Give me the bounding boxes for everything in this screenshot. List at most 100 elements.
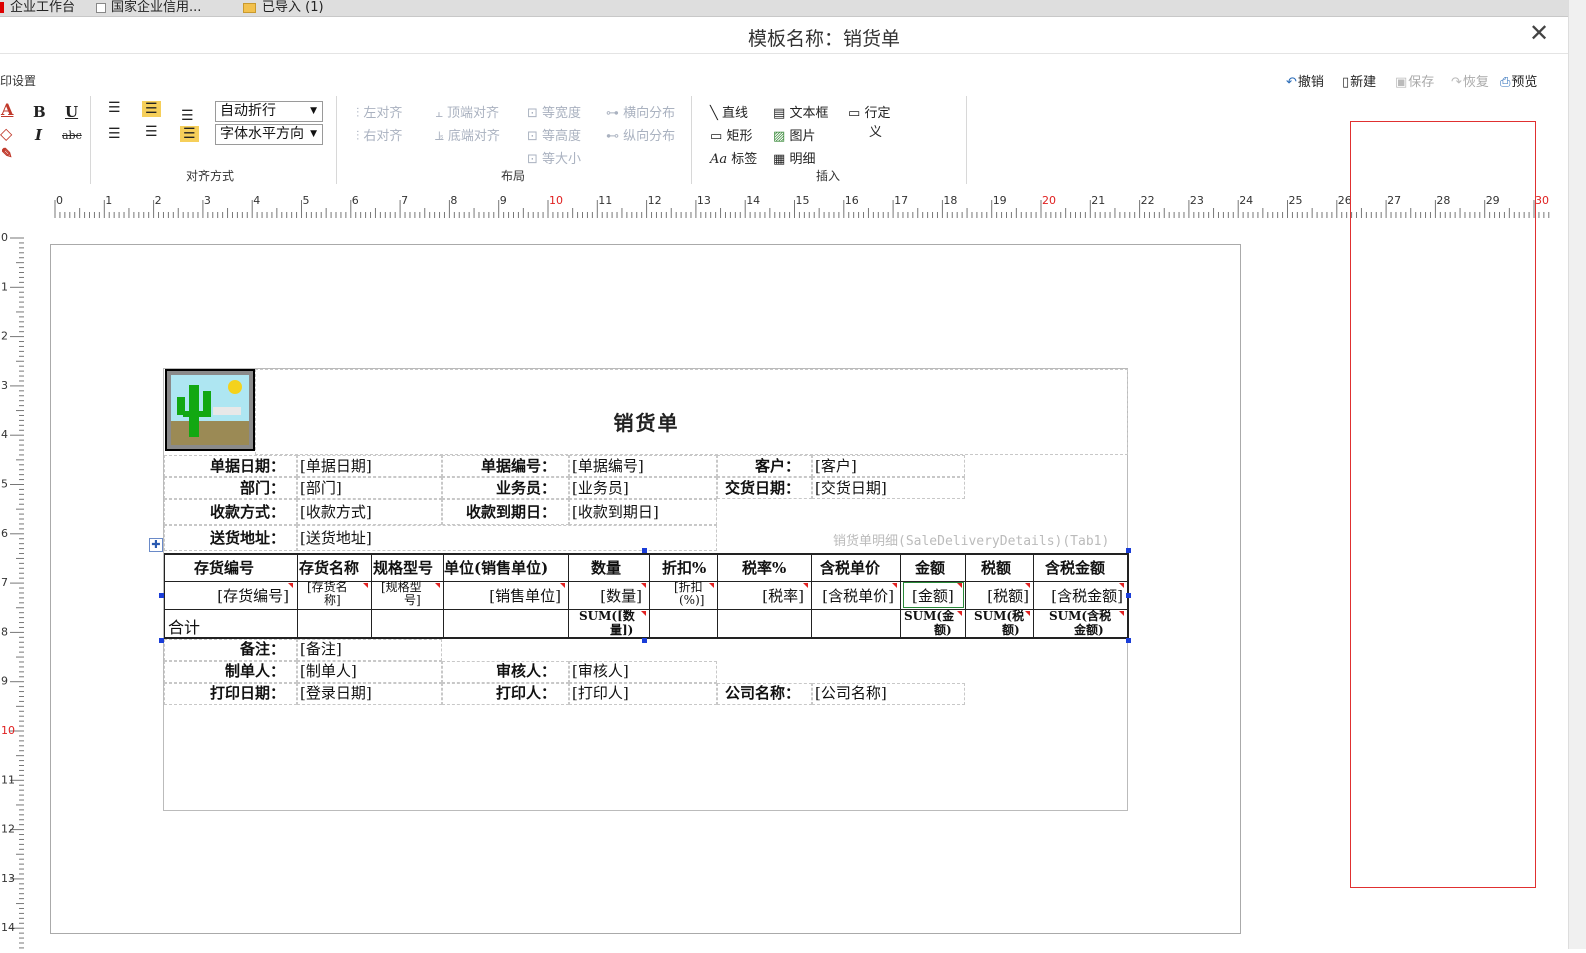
table-cell[interactable]: [含税单价] (822, 587, 894, 605)
bookmark-credit[interactable]: 国家企业信用... (96, 0, 201, 15)
table-header-cell[interactable]: 含税单价 (820, 559, 880, 577)
field-value[interactable]: [收款到期日] (572, 503, 659, 521)
report-band[interactable]: 销货单 单据日期： [单据日期] 单据编号： [单据编号] 客户： [客户] 部… (163, 368, 1129, 811)
field-label[interactable]: 业务员： (496, 479, 556, 497)
wrap-mode-select[interactable]: 自动折行 ▼ (215, 101, 323, 122)
field-value[interactable]: [业务员] (572, 479, 629, 497)
move-handle-icon[interactable]: ✚ (149, 538, 163, 552)
align-center-text-icon[interactable]: ☰ (145, 124, 158, 140)
table-header-cell[interactable]: 规格型号 (373, 559, 433, 577)
underline-icon[interactable]: U (65, 103, 78, 121)
field-label[interactable]: 交货日期： (725, 479, 800, 497)
sum-cell[interactable]: SUM([数 (579, 609, 635, 623)
selection-handle[interactable] (642, 548, 647, 553)
total-label[interactable]: 合计 (168, 619, 200, 637)
selection-handle[interactable] (159, 638, 164, 643)
table-cell[interactable]: [销售单位] (489, 587, 561, 605)
h-distribute-button[interactable]: ⊶ 横向分布 (606, 102, 675, 121)
table-header-cell[interactable]: 单位(销售单位) (444, 559, 548, 577)
insert-textbox-button[interactable]: ▤ 文本框 (773, 102, 828, 121)
field-label[interactable]: 打印日期： (210, 684, 285, 702)
row-definition-button[interactable]: ▭ 行定 (848, 102, 890, 121)
field-label[interactable]: 送货地址： (210, 529, 285, 547)
redo-button[interactable]: ↷恢复 (1451, 71, 1489, 90)
selected-table-cell[interactable]: [金额] (903, 582, 964, 608)
field-label[interactable]: 单据日期： (210, 457, 285, 475)
table-cell[interactable]: 称] (324, 594, 341, 607)
bookmark-imported[interactable]: 已导入 (1) (243, 0, 324, 15)
save-button[interactable]: ▣保存 (1395, 71, 1434, 90)
table-cell[interactable]: 号] (404, 594, 421, 607)
strikethrough-icon[interactable]: abc (62, 129, 82, 142)
table-header-cell[interactable]: 数量 (591, 559, 621, 577)
bold-icon[interactable]: B (33, 103, 46, 121)
field-value[interactable]: [制单人] (300, 662, 357, 680)
border-color-icon[interactable]: ✎ (1, 146, 13, 162)
table-cell[interactable]: (%)] (679, 594, 704, 607)
table-header-cell[interactable]: 税额 (981, 559, 1011, 577)
italic-icon[interactable]: I (35, 126, 42, 144)
same-size-button[interactable]: ⊡ 等大小 (527, 148, 581, 167)
table-header-cell[interactable]: 税率% (742, 559, 786, 577)
selection-handle[interactable] (1126, 548, 1131, 553)
sum-cell[interactable]: SUM(含税 (1049, 609, 1111, 623)
preview-button[interactable]: ⎙预览 (1500, 71, 1537, 90)
table-header-cell[interactable]: 金额 (915, 559, 945, 577)
bookmark-enterprise[interactable]: 企业工作台 (0, 0, 75, 15)
field-label[interactable]: 备注： (240, 640, 285, 658)
align-right-button[interactable]: ⫶ 右对齐 (356, 125, 402, 144)
table-header-cell[interactable]: 存货编号 (194, 559, 254, 577)
table-cell[interactable]: [税率] (762, 587, 804, 605)
sum-cell[interactable]: SUM(金 (904, 609, 954, 623)
sum-cell[interactable]: SUM(税 (974, 609, 1024, 623)
table-cell[interactable]: [数量] (600, 587, 642, 605)
field-value[interactable]: [公司名称] (815, 684, 887, 702)
field-value[interactable]: [部门] (300, 479, 342, 497)
vertical-scrollbar[interactable] (1568, 0, 1586, 949)
table-cell[interactable]: [税额] (987, 587, 1029, 605)
selection-handle[interactable] (642, 638, 647, 643)
field-value[interactable]: [单据编号] (572, 457, 644, 475)
table-cell[interactable]: [存货编号] (217, 587, 289, 605)
insert-label-button[interactable]: Aa 标签 (710, 148, 757, 167)
field-value[interactable]: [收款方式] (300, 503, 372, 521)
table-header-cell[interactable]: 折扣% (662, 559, 706, 577)
close-icon[interactable]: ✕ (1527, 19, 1551, 47)
new-button[interactable]: ▯新建 (1342, 71, 1376, 90)
insert-rect-button[interactable]: ▭ 矩形 (710, 125, 752, 144)
same-width-button[interactable]: ⊡ 等宽度 (527, 102, 581, 121)
v-distribute-button[interactable]: ⊷ 纵向分布 (606, 125, 675, 144)
sum-cell[interactable]: 额) (1002, 623, 1020, 637)
field-label[interactable]: 收款方式： (210, 503, 285, 521)
field-value[interactable]: [交货日期] (815, 479, 887, 497)
sum-cell[interactable]: 金额) (1074, 623, 1104, 637)
align-top-button[interactable]: ⫠ 顶端对齐 (435, 102, 499, 121)
field-label[interactable]: 客户： (755, 457, 800, 475)
align-middle-text-icon[interactable]: ☰ (142, 101, 161, 117)
font-color-icon[interactable]: A (1, 100, 13, 119)
align-left-text-icon[interactable]: ☰ (108, 126, 121, 142)
field-value[interactable]: [审核人] (572, 662, 629, 680)
field-value[interactable]: [单据日期] (300, 457, 372, 475)
field-label[interactable]: 部门： (240, 479, 285, 497)
table-header-cell[interactable]: 存货名称 (299, 559, 359, 577)
align-right-text-icon[interactable]: ☰ (180, 126, 199, 142)
field-value[interactable]: [打印人] (572, 684, 629, 702)
align-bottom-button[interactable]: ⫡ 底端对齐 (435, 125, 500, 144)
field-value[interactable]: [登录日期] (300, 684, 372, 702)
field-label[interactable]: 单据编号： (481, 457, 556, 475)
align-bottom-text-icon[interactable]: ☰ (181, 108, 194, 124)
insert-detail-button[interactable]: ▦ 明细 (773, 148, 815, 167)
field-value[interactable]: [备注] (300, 640, 342, 658)
selection-handle[interactable] (1126, 638, 1131, 643)
field-value[interactable]: [客户] (815, 457, 857, 475)
sum-cell[interactable]: 量]) (610, 623, 633, 637)
table-header-cell[interactable]: 含税金额 (1045, 559, 1105, 577)
field-label[interactable]: 制单人： (225, 662, 285, 680)
table-cell[interactable]: [含税金额] (1051, 587, 1123, 605)
insert-line-button[interactable]: ╲ 直线 (710, 102, 748, 121)
field-value[interactable]: [送货地址] (300, 529, 372, 547)
selection-handle[interactable] (1126, 593, 1131, 598)
field-label[interactable]: 公司名称： (725, 684, 800, 702)
selection-handle[interactable] (159, 593, 164, 598)
